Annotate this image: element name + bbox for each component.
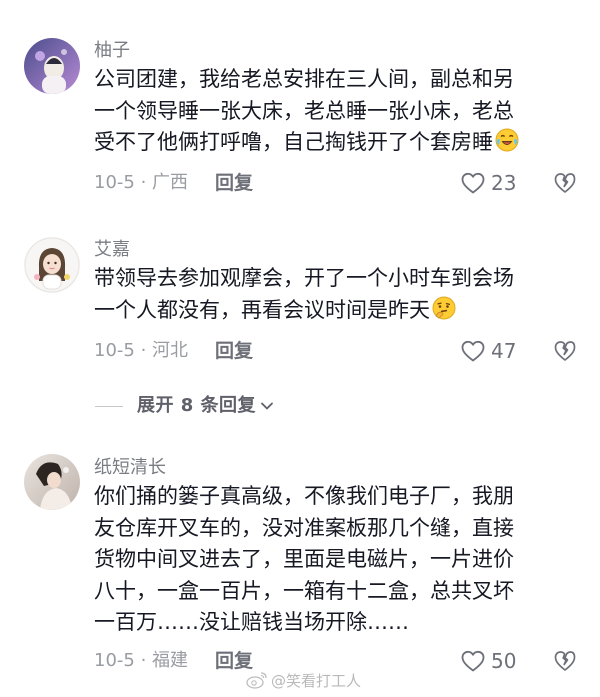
heart-icon [461,650,485,672]
comment-item: 柚子 公司团建，我给老总安排在三人间，副总和另 一个领导睡一张大床，老总睡一张小… [0,0,600,210]
comment-line: 一百万……没让赔钱当场开除…… [94,610,409,634]
dislike-button[interactable] [553,649,577,673]
heart-icon [461,340,485,362]
comment-line: 一个领导睡一张大床，老总睡一张小床，老总 [94,98,514,123]
comment-line: 你们捅的篓子真高级，不像我们电子厂，我朋 [94,484,514,508]
broken-heart-icon [554,651,576,671]
comment-date-location: 10-5 · 福建 [94,650,189,671]
watermark: @笑看打工人 [246,668,361,692]
comment-date-location: 10-5 · 河北 [94,340,189,361]
avatar[interactable] [24,38,80,94]
expand-replies-label: 展开 8 条回复 [137,395,257,416]
dislike-button[interactable] [553,171,577,195]
like-button[interactable]: 50 [460,648,516,674]
dislike-button[interactable] [553,339,577,363]
reply-button[interactable]: 回复 [215,171,253,195]
comment-line: 八十，一盒一百片，一箱有十二盒，总共叉坏 [94,578,514,603]
avatar[interactable] [24,454,80,510]
like-count: 47 [491,339,517,363]
broken-heart-icon [554,173,576,193]
comment-item: 纸短清长 你们捅的篓子真高级，不像我们电子厂，我朋 友仓库开叉车的，没对准案板那… [0,440,600,697]
reply-button[interactable]: 回复 [215,339,253,363]
weibo-logo-icon [246,672,267,689]
divider-line [95,405,123,407]
like-count: 50 [491,649,517,673]
watermark-text: @笑看打工人 [271,671,362,690]
comment-text: 你们捅的篓子真高级，不像我们电子厂，我朋 友仓库开叉车的，没对准案板那几个缝，直… [94,481,580,639]
avatar[interactable] [24,237,80,293]
like-count: 23 [491,171,517,195]
laugh-cry-emoji [495,128,519,152]
comment-text: 带领导去参加观摩会，开了一个小时车到会场 一个人都没有，再看会议时间是昨天 [94,263,580,326]
heart-icon [461,172,485,194]
username[interactable]: 柚子 [94,39,130,63]
comment-line: 带领导去参加观摩会，开了一个小时车到会场 [94,266,514,290]
comment-line: 货物中间叉进去了，里面是电磁片，一片进价 [94,547,514,571]
comment-line: 一个人都没有，再看会议时间是昨天 [94,295,580,327]
comment-line: 公司团建，我给老总安排在三人间，副总和另 [94,67,514,91]
comment-line: 受不了他俩打呼噜，自己掏钱开了个套房睡 [94,127,580,159]
chevron-down-icon [259,398,275,414]
comment-line: 友仓库开叉车的，没对准案板那几个缝，直接 [94,515,514,540]
broken-heart-icon [554,341,576,361]
comment-item: 艾嘉 带领导去参加观摩会，开了一个小时车到会场 一个人都没有，再看会议时间是昨天… [0,210,600,380]
expand-replies-button[interactable]: 展开 8 条回复 [95,393,275,419]
like-button[interactable]: 47 [460,338,516,364]
username[interactable]: 纸短清长 [94,456,166,480]
thinking-emoji [432,296,456,320]
username[interactable]: 艾嘉 [94,238,130,262]
comment-date-location: 10-5 · 广西 [94,172,189,193]
comment-text: 公司团建，我给老总安排在三人间，副总和另 一个领导睡一张大床，老总睡一张小床，老… [94,64,580,159]
like-button[interactable]: 23 [460,170,516,196]
